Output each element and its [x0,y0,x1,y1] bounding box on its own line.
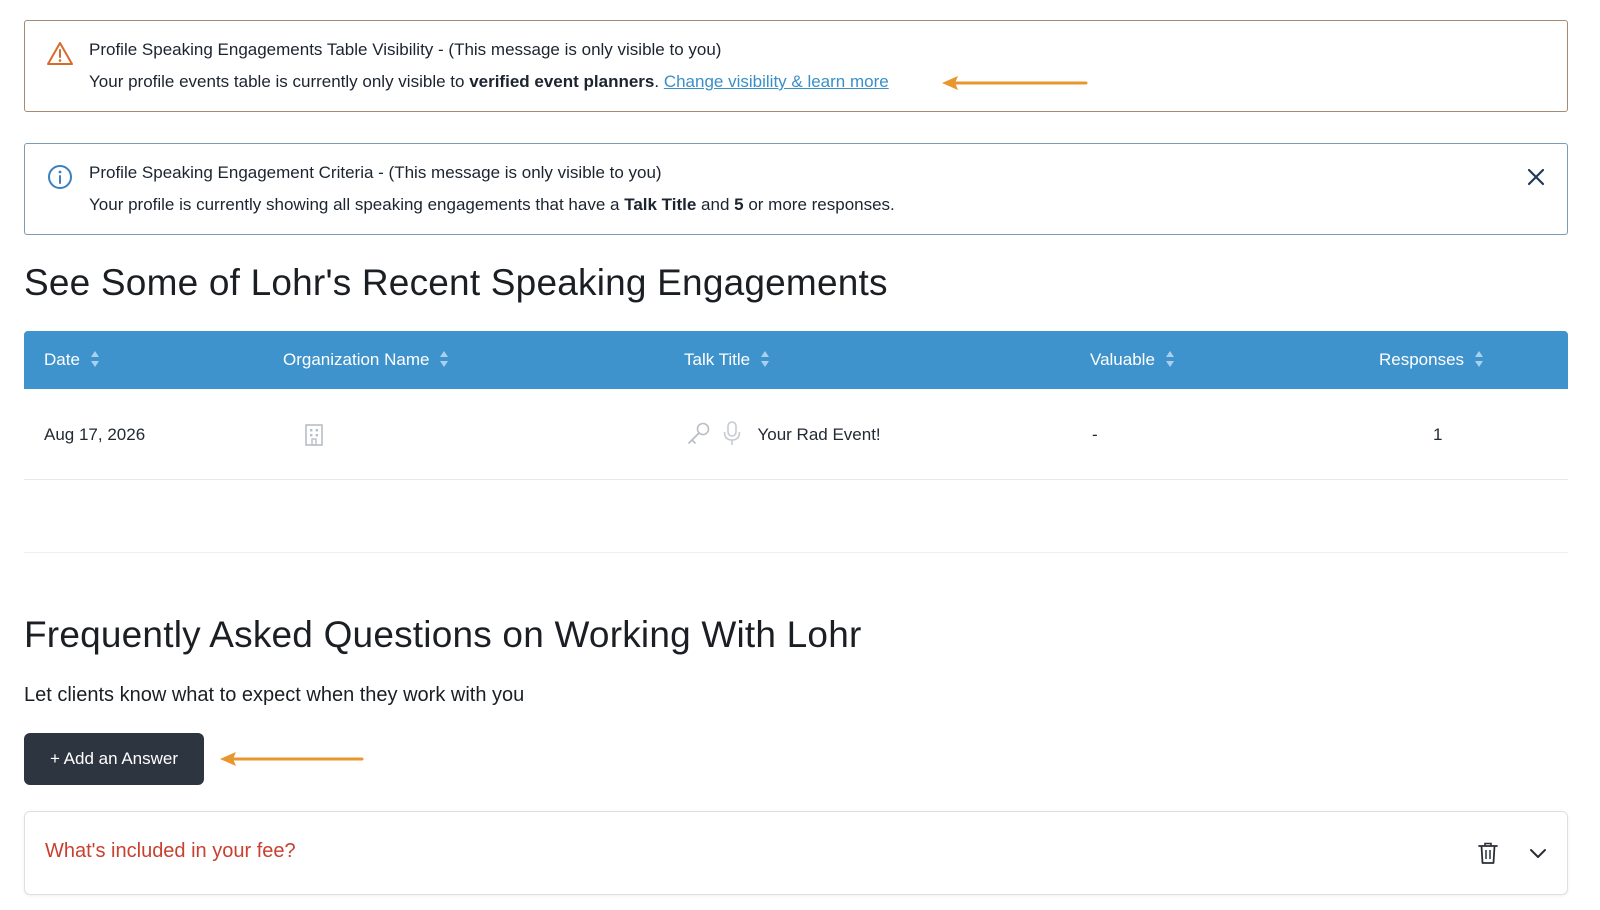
faq-subtitle: Let clients know what to expect when the… [24,684,525,706]
sort-arrows-icon [440,350,449,367]
sort-arrows-icon [1475,350,1484,367]
column-header-organization[interactable]: Organization Name [283,331,449,389]
faq-question[interactable]: What's included in your fee? [45,840,296,863]
annotation-arrow-icon [942,76,1088,90]
table-header: Date Organization Name Talk Title Valuab… [24,331,1568,389]
building-icon [305,423,323,446]
trash-icon[interactable] [1477,841,1499,865]
engagements-heading: See Some of Lohr's Recent Speaking Engag… [24,262,888,303]
talk-title-text: Your Rad Event! [757,425,881,444]
visibility-alert-title: Profile Speaking Engagements Table Visib… [89,40,722,59]
sort-arrows-icon [1165,350,1174,367]
column-header-responses[interactable]: Responses [1379,331,1484,389]
criteria-alert-title: Profile Speaking Engagement Criteria - (… [89,163,662,182]
chevron-down-icon[interactable] [1527,842,1549,864]
sort-arrows-icon [761,350,770,367]
annotation-arrow-icon [220,752,364,766]
column-header-valuable[interactable]: Valuable [1090,331,1175,389]
column-header-talk-title[interactable]: Talk Title [684,331,770,389]
microphone-icon[interactable] [721,420,743,448]
cell-talk-title: Your Rad Event! [686,389,881,480]
key-icon[interactable] [686,421,712,447]
visibility-alert-text: Your profile events table is currently o… [89,72,889,91]
visibility-alert: Profile Speaking Engagements Table Visib… [24,20,1568,112]
faq-heading: Frequently Asked Questions on Working Wi… [24,614,862,655]
cell-date: Aug 17, 2026 [44,425,146,444]
add-answer-button[interactable]: + Add an Answer [24,733,204,785]
faq-item[interactable]: What's included in your fee? [24,811,1568,895]
cell-organization [304,389,324,480]
change-visibility-link[interactable]: Change visibility & learn more [664,72,889,91]
column-header-date[interactable]: Date [44,331,100,389]
table-row: Aug 17, 2026 Your Rad Event! - 1 [24,389,1568,480]
close-icon[interactable] [1523,164,1549,190]
cell-responses: 1 [1433,425,1443,444]
warning-triangle-icon [47,42,73,65]
info-circle-icon [48,165,72,189]
engagements-table: Date Organization Name Talk Title Valuab… [24,331,1568,480]
criteria-alert-text: Your profile is currently showing all sp… [89,195,895,214]
sort-arrows-icon [90,350,99,367]
cell-valuable: - [1092,425,1098,444]
criteria-alert: Profile Speaking Engagement Criteria - (… [24,143,1568,235]
section-divider [24,552,1568,553]
